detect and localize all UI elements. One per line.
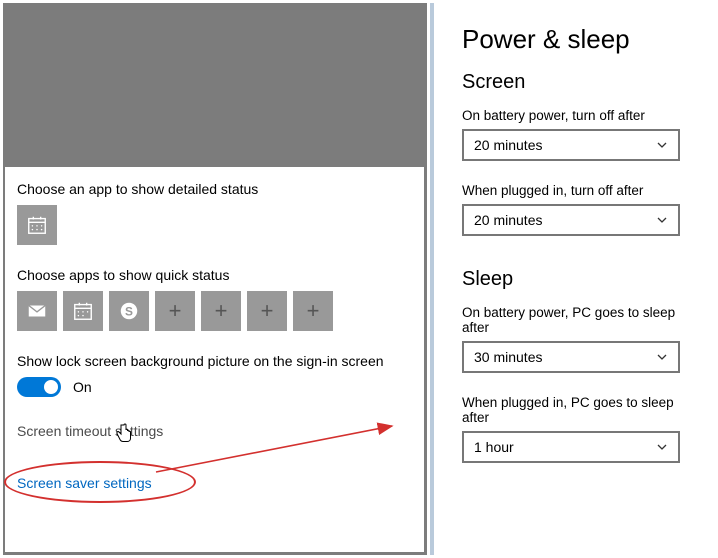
quick-status-add-slot-1[interactable]: + xyxy=(155,291,195,331)
add-icon: + xyxy=(215,298,228,324)
screen-battery-label: On battery power, turn off after xyxy=(462,108,694,123)
quick-status-add-slot-4[interactable]: + xyxy=(293,291,333,331)
screen-battery-value: 20 minutes xyxy=(474,137,542,153)
screen-timeout-settings-link[interactable]: Screen timeout settings xyxy=(17,423,163,439)
sleep-plugged-label: When plugged in, PC goes to sleep after xyxy=(462,395,694,425)
mail-icon xyxy=(26,300,48,322)
background-toggle[interactable] xyxy=(17,377,61,397)
screen-plugged-label: When plugged in, turn off after xyxy=(462,183,694,198)
sleep-battery-select[interactable]: 30 minutes xyxy=(462,341,680,373)
sleep-heading: Sleep xyxy=(462,268,694,291)
svg-text:S: S xyxy=(125,305,133,319)
quick-status-row: S + + + + xyxy=(17,291,412,331)
quick-status-add-slot-2[interactable]: + xyxy=(201,291,241,331)
add-icon: + xyxy=(169,298,182,324)
power-sleep-panel: Power & sleep Screen On battery power, t… xyxy=(434,0,716,558)
chevron-down-icon xyxy=(656,351,668,363)
background-toggle-row: On xyxy=(17,377,412,397)
skype-icon: S xyxy=(118,300,140,322)
detailed-status-label: Choose an app to show detailed status xyxy=(17,181,412,197)
detailed-status-row xyxy=(17,205,412,245)
sleep-battery-value: 30 minutes xyxy=(474,349,542,365)
add-icon: + xyxy=(307,298,320,324)
detailed-status-app-calendar[interactable] xyxy=(17,205,57,245)
add-icon: + xyxy=(261,298,274,324)
chevron-down-icon xyxy=(656,214,668,226)
quick-status-app-skype[interactable]: S xyxy=(109,291,149,331)
calendar-icon xyxy=(26,214,48,236)
quick-status-app-mail[interactable] xyxy=(17,291,57,331)
chevron-down-icon xyxy=(656,139,668,151)
screen-saver-settings-link[interactable]: Screen saver settings xyxy=(17,475,152,491)
page-title: Power & sleep xyxy=(462,24,694,55)
sleep-plugged-value: 1 hour xyxy=(474,439,514,455)
lock-screen-settings-panel: Choose an app to show detailed status Ch… xyxy=(5,167,424,552)
calendar-icon xyxy=(72,300,94,322)
quick-status-label: Choose apps to show quick status xyxy=(17,267,412,283)
screen-plugged-select[interactable]: 20 minutes xyxy=(462,204,680,236)
sleep-battery-label: On battery power, PC goes to sleep after xyxy=(462,305,694,335)
sleep-plugged-select[interactable]: 1 hour xyxy=(462,431,680,463)
screen-heading: Screen xyxy=(462,71,694,94)
screen-plugged-value: 20 minutes xyxy=(474,212,542,228)
quick-status-app-calendar[interactable] xyxy=(63,291,103,331)
screen-battery-select[interactable]: 20 minutes xyxy=(462,129,680,161)
background-toggle-label: Show lock screen background picture on t… xyxy=(17,353,412,369)
left-region-backdrop: Choose an app to show detailed status Ch… xyxy=(3,3,427,555)
background-toggle-state: On xyxy=(73,379,92,395)
chevron-down-icon xyxy=(656,441,668,453)
quick-status-add-slot-3[interactable]: + xyxy=(247,291,287,331)
